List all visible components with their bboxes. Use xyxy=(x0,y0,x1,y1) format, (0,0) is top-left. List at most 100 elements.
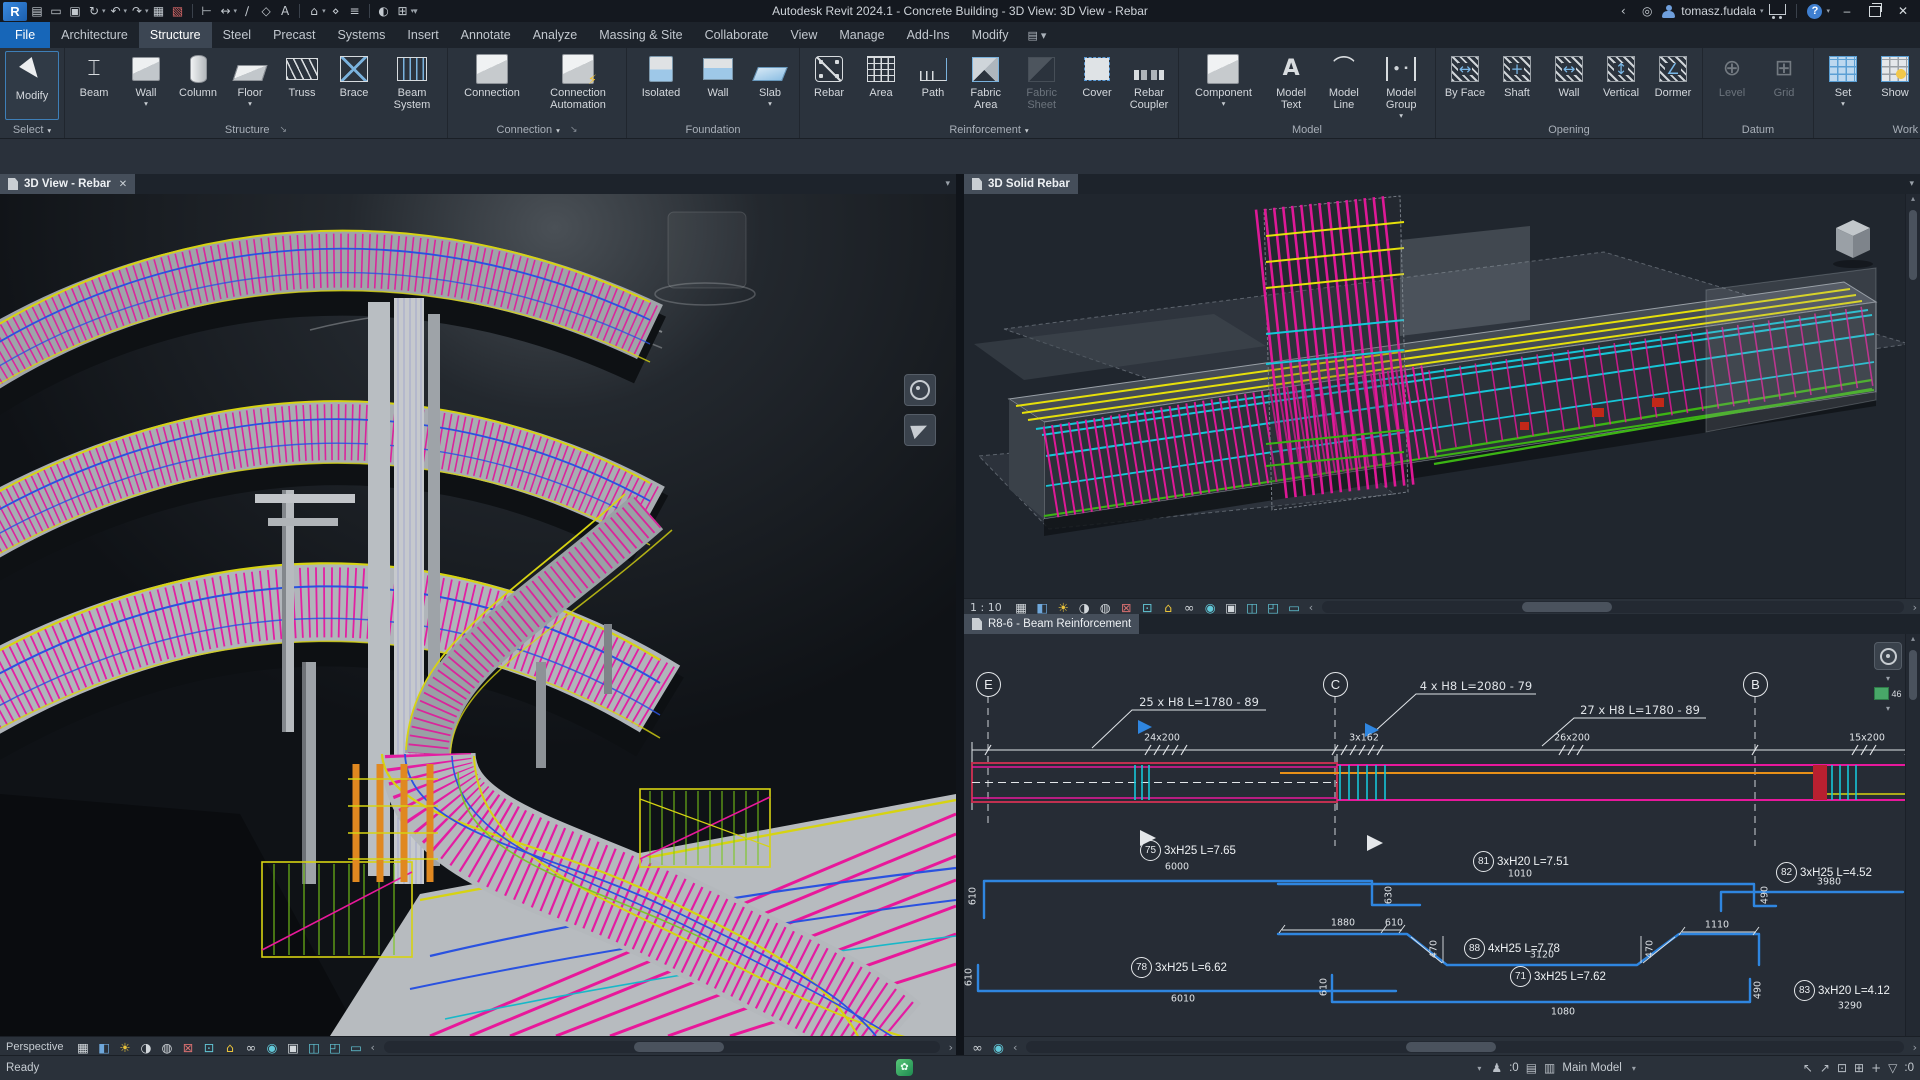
connection-button[interactable]: Connection xyxy=(451,49,533,122)
tab-massing-site[interactable]: Massing & Site xyxy=(588,22,693,48)
filter-icon[interactable]: ▽ xyxy=(1888,1061,1897,1075)
tab-modify[interactable]: Modify xyxy=(961,22,1020,48)
help-icon[interactable]: ? xyxy=(1807,4,1822,19)
panel-caption-structure[interactable]: Structure↘ xyxy=(65,122,447,138)
sun-settings-icon[interactable]: ☀ xyxy=(115,1038,134,1056)
wall-opening-button[interactable]: ↔Wall xyxy=(1543,49,1595,122)
ref-plane-icon[interactable]: ⋄ xyxy=(327,2,345,20)
text-icon[interactable]: A xyxy=(276,2,294,20)
isolate-icon[interactable]: ◉ xyxy=(262,1038,281,1056)
tab-precast[interactable]: Precast xyxy=(262,22,326,48)
tab-systems[interactable]: Systems xyxy=(326,22,396,48)
rebar-set-label[interactable]: 27 x H8 L=1780 - 89 xyxy=(1580,703,1700,717)
transfer-icon[interactable]: ▧ xyxy=(169,2,187,20)
rebar-coupler-button[interactable]: Rebar Coupler xyxy=(1123,49,1175,122)
tab-add-ins[interactable]: Add-Ins xyxy=(896,22,961,48)
grid-bubble-c[interactable]: C xyxy=(1323,672,1348,697)
by-face-button[interactable]: ↔By Face xyxy=(1439,49,1491,122)
crop-view-icon[interactable]: ⊠ xyxy=(178,1038,197,1056)
undo-icon[interactable]: ↶ xyxy=(107,2,125,20)
tab-collaborate[interactable]: Collaborate xyxy=(694,22,780,48)
wall-button[interactable]: Wall▾ xyxy=(120,49,172,122)
sync-icon[interactable]: ↻ xyxy=(85,2,103,20)
visual-style-icon[interactable]: ▦ xyxy=(73,1038,92,1056)
panel-caption-connection[interactable]: Connection▾↘ xyxy=(448,122,626,138)
panel-caption-reinforcement[interactable]: Reinforcement▾ xyxy=(800,122,1178,138)
tab-annotate[interactable]: Annotate xyxy=(450,22,522,48)
model-display-icon[interactable]: ◧ xyxy=(94,1038,113,1056)
model-group-button[interactable]: Model Group▾ xyxy=(1370,49,1432,122)
connection-dialog-launcher-icon[interactable]: ↘ xyxy=(570,125,578,135)
status-caret-icon[interactable]: ▾ xyxy=(1474,1064,1484,1073)
select-pinned-icon[interactable]: ⊡ xyxy=(1837,1061,1847,1075)
revit-logo[interactable]: R xyxy=(3,2,27,21)
design-option-value[interactable]: Main Model xyxy=(1562,1062,1621,1074)
slab-button[interactable]: Slab▾ xyxy=(744,49,796,122)
scroll-left-icon[interactable]: ‹ xyxy=(1306,601,1316,614)
select-links-icon[interactable]: ↖ xyxy=(1803,1061,1813,1075)
isolate-icon[interactable]: ◉ xyxy=(989,1038,1008,1056)
model-text-button[interactable]: AModel Text xyxy=(1265,49,1317,122)
home-icon[interactable]: ⌂ xyxy=(305,2,323,20)
close-button[interactable]: ✕ xyxy=(1892,2,1914,20)
tab-analyze[interactable]: Analyze xyxy=(522,22,588,48)
reveal-hidden-icon[interactable]: ▣ xyxy=(283,1038,302,1056)
beam-reinforcement-viewport[interactable]: E C B 25 x H8 L=1780 - 89 4 x H8 L=2080 … xyxy=(964,634,1920,1036)
panel-caption-select[interactable]: Select▾ xyxy=(0,122,64,138)
column-button[interactable]: Column xyxy=(172,49,224,122)
temporary-hide-icon[interactable]: ∞ xyxy=(968,1038,987,1056)
grid-bubble-e[interactable]: E xyxy=(976,672,1001,697)
temporary-hide-icon[interactable]: ∞ xyxy=(241,1038,260,1056)
cart-icon[interactable] xyxy=(1769,4,1786,15)
open-icon[interactable]: ▭ xyxy=(47,2,65,20)
twinmotion-icon[interactable]: ✿ xyxy=(896,1059,913,1076)
tab-structure[interactable]: Structure xyxy=(139,22,212,48)
temporary-view-properties-icon[interactable]: ◰ xyxy=(325,1038,344,1056)
tab-manage[interactable]: Manage xyxy=(828,22,895,48)
rebar-set-label[interactable]: 4 x H8 L=2080 - 79 xyxy=(1420,679,1532,693)
nav-caret-icon[interactable]: ▾ xyxy=(1883,674,1893,683)
redo-icon[interactable]: ↷ xyxy=(128,2,146,20)
right-top-viewport[interactable]: ▴ xyxy=(964,194,1920,598)
scroll-right-icon[interactable]: › xyxy=(1910,1041,1920,1054)
locked-view-icon[interactable]: ⌂ xyxy=(220,1038,239,1056)
visibility-icon[interactable]: ◐ xyxy=(375,2,393,20)
scrollbar-thumb[interactable] xyxy=(1406,1042,1496,1052)
grid-bubble-b[interactable]: B xyxy=(1743,672,1768,697)
structure-dialog-launcher-icon[interactable]: ↘ xyxy=(280,125,288,135)
cover-button[interactable]: Cover xyxy=(1071,49,1123,122)
scroll-up-icon[interactable]: ▴ xyxy=(1911,194,1915,206)
set-button[interactable]: Set▾ xyxy=(1817,49,1869,122)
area-button[interactable]: Area xyxy=(855,49,907,122)
steering-wheel-button[interactable] xyxy=(904,374,936,406)
measure-caret-icon[interactable]: ▾ xyxy=(234,7,238,15)
view-scale-control[interactable]: 1 : 10 xyxy=(964,601,1010,614)
floor-button[interactable]: Floor▾ xyxy=(224,49,276,122)
component-button[interactable]: Component▾ xyxy=(1182,49,1265,122)
redo-caret-icon[interactable]: ▾ xyxy=(145,7,149,15)
design-options-list-icon[interactable]: ▥ xyxy=(1544,1061,1555,1075)
panel-caption-opening[interactable]: Opening xyxy=(1436,122,1702,138)
workset-icon[interactable]: ♟ xyxy=(1491,1061,1502,1075)
left-viewport[interactable] xyxy=(0,194,956,1036)
shadows-icon[interactable]: ◑ xyxy=(136,1038,155,1056)
undo-caret-icon[interactable]: ▾ xyxy=(124,7,128,15)
qat-customize-icon[interactable]: ▾ xyxy=(413,6,418,17)
section-marker[interactable]: 46 xyxy=(1874,687,1901,700)
ribbon-display-toggle[interactable]: ▤▾ xyxy=(1020,22,1055,48)
scrollbar-thumb[interactable] xyxy=(1522,602,1612,612)
switch-windows-icon[interactable]: ⊞ xyxy=(394,2,412,20)
horizontal-scrollbar[interactable] xyxy=(1322,601,1903,613)
scroll-right-icon[interactable]: › xyxy=(1910,601,1920,614)
view-tab-3d-rebar[interactable]: 3D View - Rebar ✕ xyxy=(0,174,135,194)
crop-region-icon[interactable]: ⊡ xyxy=(199,1038,218,1056)
rebar-set-label[interactable]: 25 x H8 L=1780 - 89 xyxy=(1139,695,1259,709)
minimize-button[interactable]: – xyxy=(1836,2,1858,20)
panel-caption-foundation[interactable]: Foundation xyxy=(627,122,799,138)
brace-button[interactable]: Brace xyxy=(328,49,380,122)
tab-view[interactable]: View xyxy=(780,22,829,48)
design-options-icon[interactable]: ▤ xyxy=(1526,1061,1537,1075)
worksharing-display-icon[interactable]: ◫ xyxy=(304,1038,323,1056)
drawing-vertical-scrollbar[interactable]: ▴ xyxy=(1905,634,1920,1036)
beam-system-button[interactable]: Beam System xyxy=(380,49,444,122)
